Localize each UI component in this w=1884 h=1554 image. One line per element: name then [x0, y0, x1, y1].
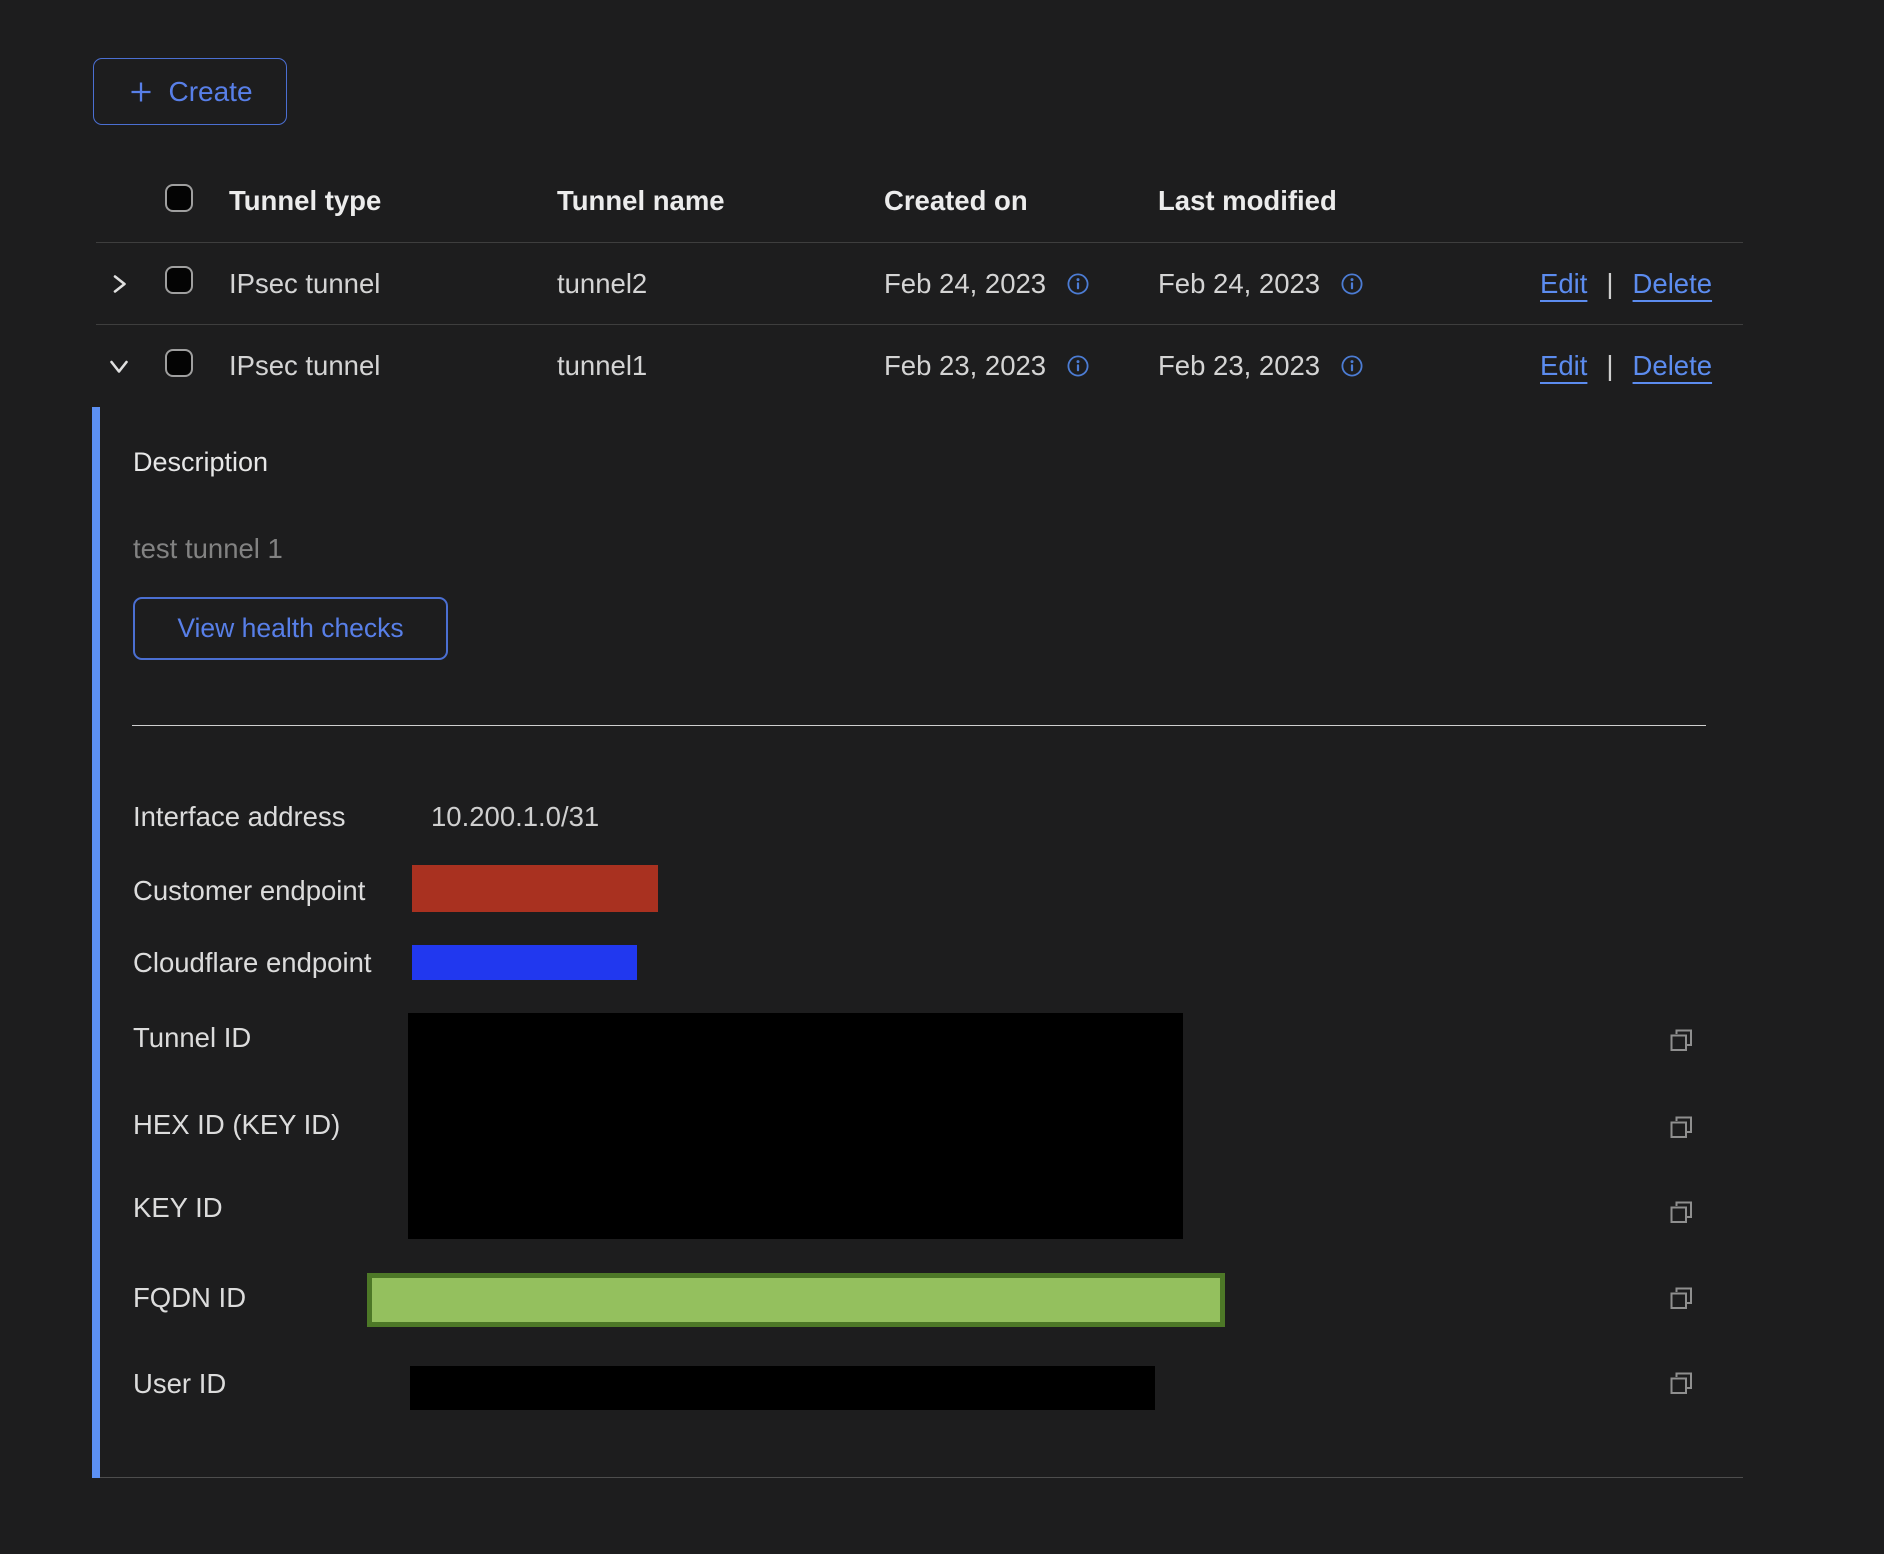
table-row: IPsec tunnel tunnel2 Feb 24, 2023 Feb 24… — [96, 243, 1743, 325]
expanded-row-indicator-bar — [92, 407, 100, 1478]
actions-separator: | — [1606, 350, 1613, 382]
chevron-right-icon — [105, 270, 133, 298]
header-tunnel-name: Tunnel name — [557, 185, 884, 217]
description-label: Description — [133, 447, 268, 478]
collapse-row-button[interactable] — [105, 352, 133, 380]
detail-label-fqdn-id: FQDN ID — [133, 1284, 246, 1312]
detail-label-customer-endpoint: Customer endpoint — [133, 877, 365, 905]
tunnels-table: Tunnel type Tunnel name Created on Last … — [96, 160, 1743, 407]
cell-last-modified: Feb 23, 2023 — [1158, 350, 1320, 382]
cell-tunnel-type: IPsec tunnel — [229, 268, 557, 300]
header-last-modified: Last modified — [1158, 185, 1540, 217]
create-button-label: Create — [168, 76, 252, 108]
chevron-down-icon — [105, 352, 133, 380]
copy-icon[interactable] — [1667, 1369, 1695, 1397]
row-checkbox[interactable] — [165, 266, 193, 294]
cell-tunnel-type: IPsec tunnel — [229, 350, 557, 382]
info-icon[interactable] — [1340, 272, 1364, 296]
detail-label-key-id: KEY ID — [133, 1194, 223, 1222]
redacted-user-id-value — [410, 1366, 1155, 1410]
detail-value-interface-address: 10.200.1.0/31 — [431, 803, 599, 831]
redacted-fqdn-id-value — [367, 1273, 1225, 1327]
copy-icon[interactable] — [1667, 1026, 1695, 1054]
description-value: test tunnel 1 — [133, 533, 283, 565]
cell-tunnel-name: tunnel1 — [557, 350, 884, 382]
table-header-row: Tunnel type Tunnel name Created on Last … — [96, 160, 1743, 243]
info-icon[interactable] — [1066, 354, 1090, 378]
detail-label-hex-id: HEX ID (KEY ID) — [133, 1111, 340, 1139]
redacted-customer-endpoint-value — [412, 865, 658, 912]
expanded-row-panel: Description test tunnel 1 View health ch… — [92, 407, 1743, 1478]
detail-label-interface-address: Interface address — [133, 803, 345, 831]
detail-label-user-id: User ID — [133, 1370, 226, 1398]
delete-link[interactable]: Delete — [1633, 350, 1713, 382]
copy-icon[interactable] — [1667, 1198, 1695, 1226]
select-all-checkbox[interactable] — [165, 184, 193, 212]
table-row: IPsec tunnel tunnel1 Feb 23, 2023 Feb 23… — [96, 325, 1743, 407]
copy-icon[interactable] — [1667, 1113, 1695, 1141]
redacted-cloudflare-endpoint-value — [412, 945, 637, 980]
detail-label-tunnel-id: Tunnel ID — [133, 1024, 251, 1052]
create-button[interactable]: Create — [93, 58, 287, 125]
info-icon[interactable] — [1340, 354, 1364, 378]
view-health-checks-button[interactable]: View health checks — [133, 597, 448, 660]
header-created-on: Created on — [884, 185, 1158, 217]
cell-last-modified: Feb 24, 2023 — [1158, 268, 1320, 300]
info-icon[interactable] — [1066, 272, 1090, 296]
row-checkbox[interactable] — [165, 349, 193, 377]
cell-tunnel-name: tunnel2 — [557, 268, 884, 300]
edit-link[interactable]: Edit — [1540, 268, 1587, 300]
delete-link[interactable]: Delete — [1633, 268, 1713, 300]
header-tunnel-type: Tunnel type — [229, 185, 557, 217]
redacted-tunnel-hex-key-id-values — [408, 1013, 1183, 1239]
plus-icon — [127, 78, 155, 106]
cell-created-on: Feb 23, 2023 — [884, 350, 1046, 382]
edit-link[interactable]: Edit — [1540, 350, 1587, 382]
copy-icon[interactable] — [1667, 1284, 1695, 1312]
panel-divider — [132, 725, 1706, 726]
actions-separator: | — [1606, 268, 1613, 300]
cell-created-on: Feb 24, 2023 — [884, 268, 1046, 300]
expand-row-button[interactable] — [105, 270, 133, 298]
detail-label-cloudflare-endpoint: Cloudflare endpoint — [133, 949, 372, 977]
